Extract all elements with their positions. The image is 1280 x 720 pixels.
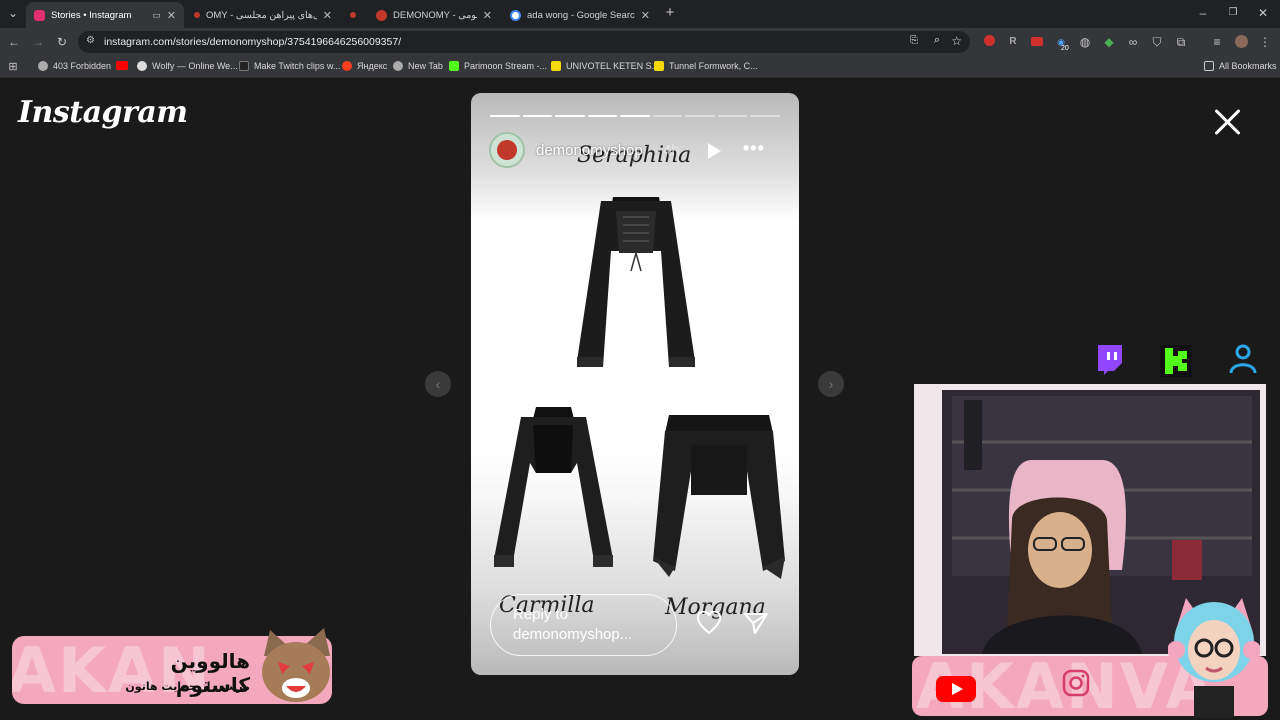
story-progress-segment bbox=[717, 115, 748, 117]
extension-r-icon[interactable]: R bbox=[1006, 35, 1020, 49]
extension-badge-icon[interactable]: ◉ 20 bbox=[1054, 35, 1069, 52]
window-close-icon[interactable]: ✕ bbox=[1256, 6, 1270, 20]
bookmark-twitch-clips[interactable]: Make Twitch clips w... bbox=[239, 61, 340, 71]
tab-loading[interactable] bbox=[342, 2, 364, 28]
extension-glasses-icon[interactable]: ∞ bbox=[1126, 35, 1140, 49]
s-icon bbox=[551, 61, 561, 71]
demonomy-favicon-icon bbox=[350, 12, 356, 18]
garment-carmilla-image bbox=[494, 407, 613, 567]
garment-seraphina-image bbox=[577, 197, 695, 367]
send-icon[interactable] bbox=[743, 611, 769, 635]
wolfy-icon bbox=[137, 61, 147, 71]
apps-grid-icon[interactable]: ⊞ bbox=[6, 60, 20, 74]
tab-google-search[interactable]: ada wong - Google Search ✕ bbox=[502, 2, 658, 28]
triangle-icon bbox=[239, 61, 249, 71]
bookmark-403-forbidden[interactable]: 403 Forbidden bbox=[38, 61, 111, 71]
banner-subtitle: مرسی از حمایت هاتون bbox=[125, 680, 250, 693]
reload-icon[interactable]: ↻ bbox=[55, 35, 69, 49]
story-progress-segment bbox=[490, 115, 520, 117]
play-icon[interactable] bbox=[708, 143, 721, 159]
kick-icon bbox=[449, 61, 459, 71]
tab-demonomy[interactable]: DEMONOMY - دیمونومی ✕ bbox=[368, 2, 500, 28]
browser-toolbar: ← → ↻ ⚙ instagram.com/stories/demonomysh… bbox=[0, 28, 1280, 56]
tab-search-icon[interactable]: ⌄ bbox=[6, 6, 20, 20]
restore-icon[interactable]: ❐ bbox=[1226, 6, 1240, 20]
story-card[interactable]: Seraphina demonomyshop 4h ••• Carmilla M… bbox=[471, 93, 799, 675]
tab-close-icon[interactable]: ✕ bbox=[323, 9, 332, 22]
reading-list-icon[interactable]: ≡ bbox=[1210, 35, 1224, 49]
site-info-icon[interactable]: ⚙ bbox=[86, 35, 95, 46]
more-options-icon[interactable]: ••• bbox=[743, 138, 765, 159]
tab-media-icon: ▭ bbox=[152, 9, 161, 20]
bookmark-star-icon[interactable]: ☆ bbox=[951, 34, 962, 48]
story-progress-segment bbox=[522, 115, 553, 117]
extension-color-icon[interactable]: ◆ bbox=[1102, 35, 1116, 49]
heart-icon[interactable] bbox=[696, 611, 722, 635]
tab-stories-instagram[interactable]: Stories • Instagram ▭ ✕ bbox=[26, 2, 184, 28]
globe-icon bbox=[38, 61, 48, 71]
cat-mascot-image bbox=[262, 628, 330, 702]
s-icon bbox=[654, 61, 664, 71]
address-bar[interactable]: ⚙ instagram.com/stories/demonomyshop/375… bbox=[78, 31, 970, 53]
bookmark-youtube[interactable] bbox=[116, 61, 133, 70]
all-bookmarks[interactable]: All Bookmarks bbox=[1204, 61, 1277, 71]
minimize-icon[interactable]: – bbox=[1196, 6, 1210, 20]
story-progress-segment bbox=[555, 115, 585, 117]
extension-red-icon[interactable] bbox=[982, 35, 996, 49]
bookmark-parimoon[interactable]: Parimoon Stream -... bbox=[449, 61, 547, 71]
story-progress-segment bbox=[750, 115, 780, 117]
tab-close-icon[interactable]: ✕ bbox=[641, 9, 650, 22]
tab-close-icon[interactable]: ✕ bbox=[483, 9, 492, 22]
story-progress-segment bbox=[620, 115, 650, 117]
google-favicon-icon bbox=[510, 9, 521, 21]
browser-tab-bar: ⌄ Stories • Instagram ▭ ✕ OMY - بایگانی‌… bbox=[0, 0, 1280, 28]
tab-demonomy-archive[interactable]: OMY - بایگانی‌های پیراهن مجلسی ✕ bbox=[186, 2, 340, 28]
next-story-arrow-icon[interactable]: › bbox=[818, 371, 844, 397]
avatar-girl-illustration bbox=[1168, 598, 1260, 718]
kick-icon bbox=[1160, 345, 1192, 377]
bookmark-wolfy[interactable]: Wolfy — Online We... bbox=[137, 61, 238, 71]
youtube-icon bbox=[936, 676, 976, 702]
story-username[interactable]: demonomyshop bbox=[536, 142, 643, 159]
extensions-puzzle-icon[interactable]: ⧉ bbox=[1174, 35, 1188, 49]
tab-close-icon[interactable]: ✕ bbox=[167, 9, 176, 22]
story-progress-segment bbox=[587, 115, 618, 117]
install-app-icon[interactable]: ⎘ bbox=[910, 35, 918, 46]
story-timestamp: 4h bbox=[663, 142, 680, 159]
close-story-icon[interactable] bbox=[1212, 107, 1242, 137]
forward-icon[interactable]: → bbox=[31, 35, 45, 49]
twitch-icon bbox=[1098, 345, 1122, 375]
yandex-icon bbox=[342, 61, 352, 71]
new-tab-icon[interactable]: + bbox=[663, 5, 677, 20]
folder-icon bbox=[1204, 61, 1214, 71]
browser-menu-icon[interactable]: ⋮ bbox=[1258, 35, 1272, 49]
instagram-icon bbox=[1062, 669, 1090, 697]
demonomy-logo-icon bbox=[497, 140, 517, 160]
globe-icon bbox=[393, 61, 403, 71]
extension-youtube-icon[interactable] bbox=[1030, 35, 1044, 49]
story-avatar[interactable] bbox=[489, 132, 525, 168]
bookmark-tunnel-formwork[interactable]: Tunnel Formwork, C... bbox=[654, 61, 758, 71]
instagram-logo[interactable]: Instagram bbox=[18, 95, 188, 130]
bookmark-univotel[interactable]: UNIVOTEL KETEN S... bbox=[551, 61, 659, 71]
bookmark-yandex[interactable]: Яндекс bbox=[342, 61, 387, 71]
previous-story-arrow-icon[interactable]: ‹ bbox=[425, 371, 451, 397]
url-text: instagram.com/stories/demonomyshop/37541… bbox=[104, 36, 402, 48]
story-progress-segment bbox=[652, 115, 683, 117]
extension-gray-icon[interactable]: ◍ bbox=[1078, 35, 1092, 49]
extension-shield-icon[interactable]: ⛉ bbox=[1150, 35, 1164, 49]
instagram-favicon-icon bbox=[34, 9, 45, 21]
demonomy-favicon-icon bbox=[194, 12, 200, 18]
demonomy-favicon-icon bbox=[376, 9, 387, 21]
bookmark-new-tab[interactable]: New Tab bbox=[393, 61, 443, 71]
reply-input[interactable]: Reply to demonomyshop... bbox=[490, 594, 677, 656]
profile-avatar[interactable] bbox=[1234, 35, 1248, 49]
back-icon[interactable]: ← bbox=[7, 35, 21, 49]
bookmarks-bar: ⊞ 403 Forbidden Wolfy — Online We... Mak… bbox=[0, 56, 1280, 78]
zoom-icon[interactable]: ⌕ bbox=[934, 34, 940, 47]
youtube-icon bbox=[116, 61, 128, 70]
garment-morgana-image bbox=[653, 415, 785, 579]
user-icon bbox=[1229, 344, 1257, 374]
story-progress-segment bbox=[685, 115, 715, 117]
